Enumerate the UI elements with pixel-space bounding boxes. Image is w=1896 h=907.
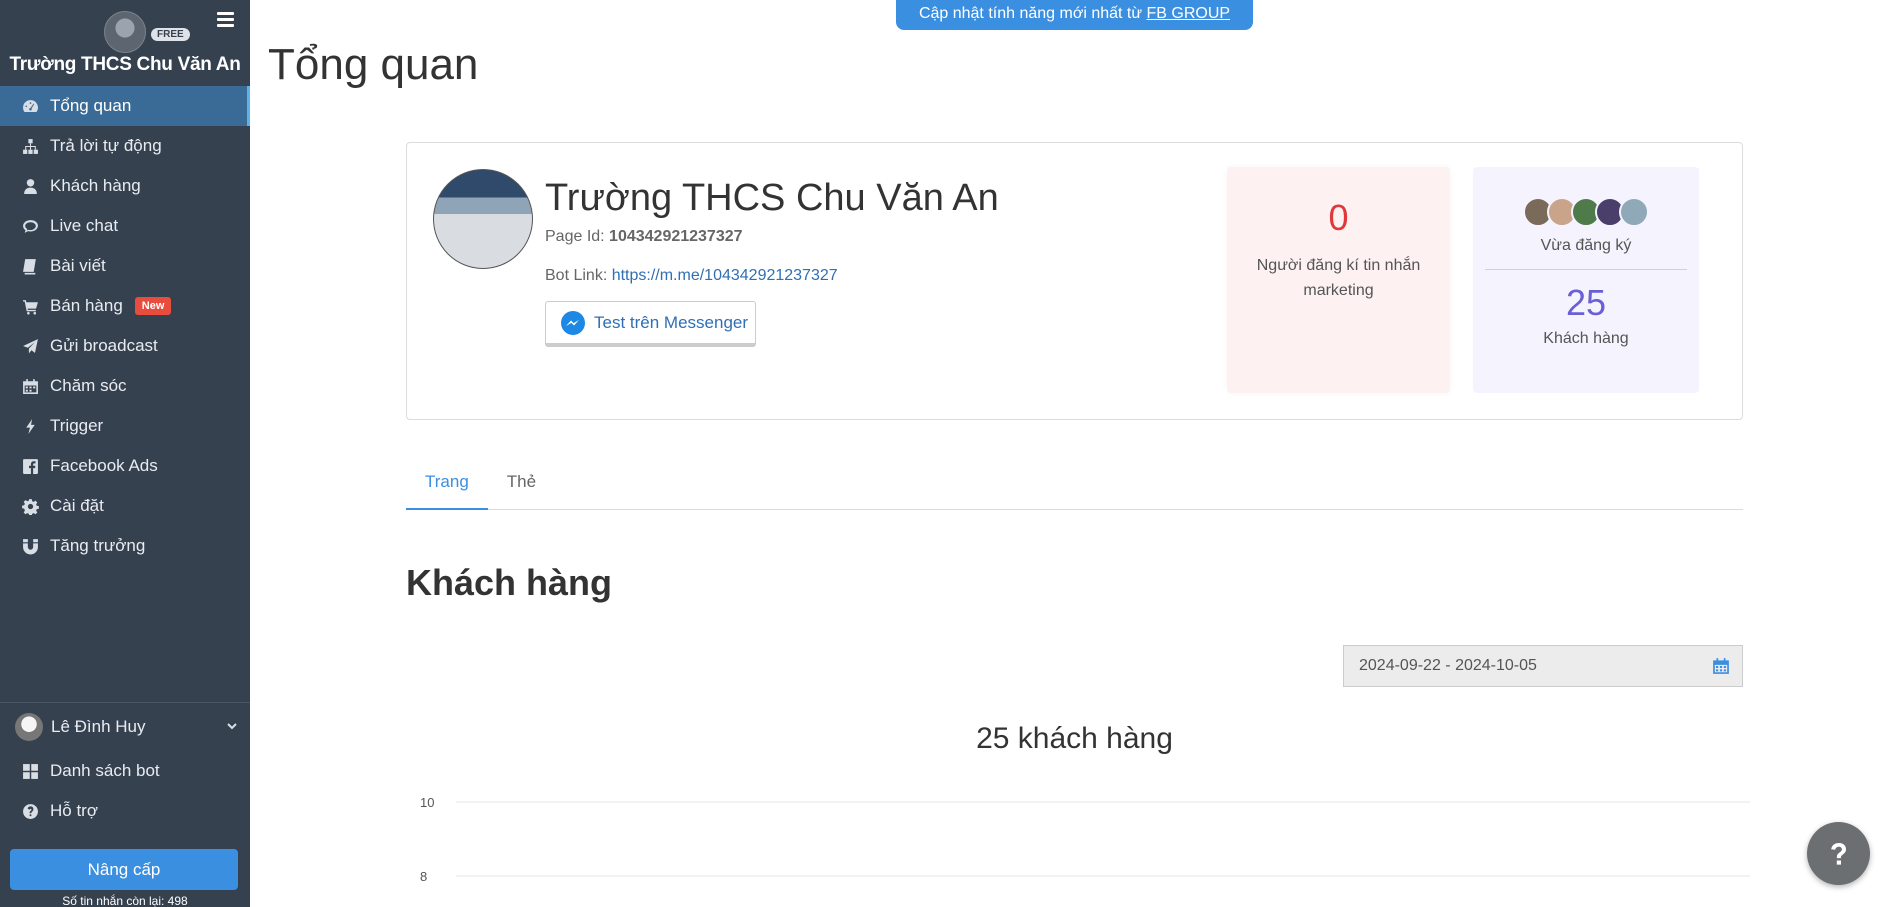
question-circle-icon bbox=[21, 802, 39, 820]
customer-label: Khách hàng bbox=[1543, 330, 1629, 347]
tabs: Trang Thẻ bbox=[406, 462, 1743, 510]
help-button[interactable] bbox=[1807, 822, 1870, 885]
marketing-subscribers-stat: 0 Người đăng kí tin nhắn marketing bbox=[1227, 167, 1450, 393]
calendar-icon bbox=[21, 377, 39, 395]
tab-trang[interactable]: Trang bbox=[406, 462, 488, 510]
sidebar-item-label: Hỗ trợ bbox=[50, 801, 98, 820]
sidebar-footer: Lê Đình Huy Danh sách bot Hỗ trợ Nâng cấ… bbox=[0, 702, 250, 907]
sidebar-item-trigger[interactable]: Trigger bbox=[0, 406, 250, 446]
calendar-icon bbox=[1713, 658, 1729, 674]
chart-title: 25 khách hàng bbox=[976, 722, 1173, 755]
page-title: Tổng quan bbox=[268, 40, 479, 89]
magnet-icon bbox=[21, 537, 39, 555]
test-messenger-label: Test trên Messenger bbox=[594, 312, 749, 332]
page-name: Trường THCS Chu Văn An bbox=[545, 177, 999, 219]
y-tick-label: 10 bbox=[420, 795, 434, 810]
marketing-label: Người đăng kí tin nhắn marketing bbox=[1256, 257, 1421, 299]
grid-icon bbox=[21, 762, 39, 780]
sidebar-item-khach-hang[interactable]: Khách hàng bbox=[0, 166, 250, 206]
sidebar-item-bai-viet[interactable]: Bài viết bbox=[0, 246, 250, 286]
brand-name: Trường THCS Chu Văn An bbox=[9, 54, 241, 75]
page-avatar-small bbox=[104, 11, 146, 53]
recent-avatars bbox=[1473, 197, 1699, 227]
section-title: Khách hàng bbox=[406, 562, 613, 603]
new-badge: New bbox=[134, 297, 172, 315]
sidebar-item-cham-soc[interactable]: Chăm sóc bbox=[0, 366, 250, 406]
messages-left: Số tin nhắn còn lại: 498 bbox=[62, 894, 188, 907]
sidebar-item-tang-truong[interactable]: Tăng trưởng bbox=[0, 526, 250, 566]
sidebar-item-label: Bán hàng bbox=[50, 296, 123, 315]
sidebar-item-label: Live chat bbox=[50, 216, 119, 235]
update-notice: Cập nhật tính năng mới nhất từ FB GROUP bbox=[896, 0, 1253, 30]
test-messenger-button[interactable]: Test trên Messenger bbox=[545, 301, 756, 347]
customers-stat: Vừa đăng ký 25 Khách hàng bbox=[1473, 167, 1699, 393]
page-avatar bbox=[433, 169, 533, 269]
sidebar-item-live-chat[interactable]: Live chat bbox=[0, 206, 250, 246]
sidebar-item-label: Tổng quan bbox=[50, 96, 132, 115]
sidebar-item-label: Danh sách bot bbox=[50, 761, 160, 780]
user-name: Lê Đình Huy bbox=[51, 717, 146, 736]
user-icon bbox=[21, 177, 39, 195]
bot-link-label: Bot Link: bbox=[545, 267, 612, 284]
paper-plane-icon bbox=[21, 337, 39, 355]
sidebar-item-gui-broadcast[interactable]: Gửi broadcast bbox=[0, 326, 250, 366]
sidebar-item-label: Chăm sóc bbox=[50, 376, 127, 395]
facebook-icon bbox=[21, 457, 39, 475]
page-id-label: Page Id: bbox=[545, 228, 610, 245]
bot-link-row: Bot Link: https://m.me/104342921237327 bbox=[545, 267, 838, 285]
sidebar-item-label: Khách hàng bbox=[50, 176, 141, 195]
page-info-card: Trường THCS Chu Văn An Page Id: 10434292… bbox=[406, 142, 1743, 420]
upgrade-button[interactable]: Nâng cấp bbox=[10, 849, 238, 890]
sidebar-item-label: Trigger bbox=[50, 416, 104, 435]
chat-icon bbox=[21, 217, 39, 235]
page-id-row: Page Id: 104342921237327 bbox=[545, 228, 743, 246]
divider bbox=[1485, 269, 1687, 270]
cart-icon bbox=[21, 297, 39, 315]
plan-badge: FREE bbox=[151, 28, 190, 41]
marketing-count: 0 bbox=[1328, 197, 1349, 238]
sidebar-item-label: Bài viết bbox=[50, 256, 106, 275]
avatar bbox=[1619, 197, 1649, 227]
menu-toggle-icon[interactable] bbox=[217, 12, 234, 27]
sidebar-item-cai-dat[interactable]: Cài đặt bbox=[0, 486, 250, 526]
user-avatar bbox=[15, 713, 43, 741]
user-menu[interactable]: Lê Đình Huy bbox=[0, 703, 250, 751]
sidebar-item-label: Gửi broadcast bbox=[50, 336, 158, 355]
date-range-picker[interactable]: 2024-09-22 - 2024-10-05 bbox=[1343, 645, 1743, 687]
sidebar: FREE Trường THCS Chu Văn An Tổng quan Tr… bbox=[0, 0, 250, 907]
question-icon bbox=[1830, 842, 1846, 865]
bolt-icon bbox=[21, 417, 39, 435]
sidebar-item-label: Facebook Ads bbox=[50, 456, 158, 475]
sidebar-item-ban-hang[interactable]: Bán hàng New bbox=[0, 286, 250, 326]
y-tick-label: 8 bbox=[420, 869, 427, 884]
sidebar-item-tong-quan[interactable]: Tổng quan bbox=[0, 86, 250, 126]
sidebar-item-danh-sach-bot[interactable]: Danh sách bot bbox=[0, 751, 250, 791]
page-id-value: 104342921237327 bbox=[609, 228, 743, 245]
date-range-value: 2024-09-22 - 2024-10-05 bbox=[1359, 657, 1537, 674]
brand-header: FREE Trường THCS Chu Văn An bbox=[0, 0, 250, 86]
sidebar-item-tra-loi-tu-dong[interactable]: Trả lời tự động bbox=[0, 126, 250, 166]
sidebar-menu: Tổng quan Trả lời tự động Khách hàng Liv… bbox=[0, 86, 250, 566]
gear-icon bbox=[21, 497, 39, 515]
chevron-down-icon bbox=[226, 717, 238, 737]
sidebar-item-label: Tăng trưởng bbox=[50, 536, 146, 555]
tab-the[interactable]: Thẻ bbox=[488, 462, 555, 510]
sidebar-item-label: Cài đặt bbox=[50, 496, 104, 515]
customers-chart: 10 8 bbox=[420, 795, 1750, 884]
customer-count: 25 bbox=[1565, 282, 1607, 323]
messenger-icon bbox=[561, 310, 585, 335]
bot-link[interactable]: https://m.me/104342921237327 bbox=[612, 267, 838, 284]
notice-text: Cập nhật tính năng mới nhất từ bbox=[918, 5, 1147, 22]
book-icon bbox=[21, 257, 39, 275]
dashboard-icon bbox=[21, 97, 39, 115]
fb-group-link[interactable]: FB GROUP bbox=[1147, 5, 1231, 22]
sitemap-icon bbox=[21, 137, 39, 155]
sidebar-item-facebook-ads[interactable]: Facebook Ads bbox=[0, 446, 250, 486]
sidebar-item-ho-tro[interactable]: Hỗ trợ bbox=[0, 791, 250, 831]
sidebar-item-label: Trả lời tự động bbox=[50, 136, 162, 155]
recent-label: Vừa đăng ký bbox=[1540, 237, 1632, 254]
